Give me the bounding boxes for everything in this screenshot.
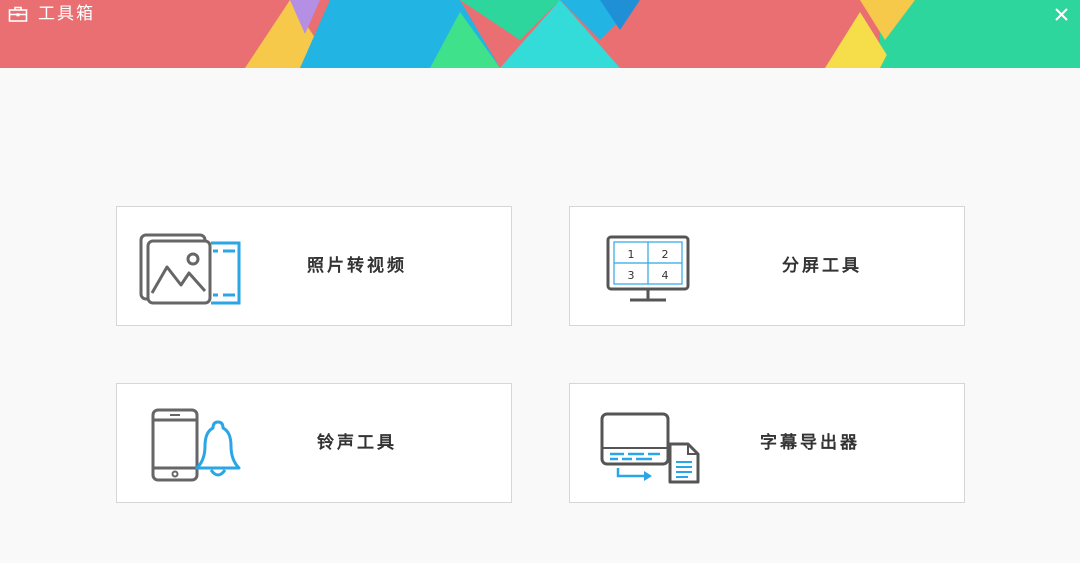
split-digit-3: 3 [628, 269, 635, 282]
split-screen-card[interactable]: 1 2 3 4 分屏工具 [569, 206, 965, 326]
split-digit-2: 2 [662, 248, 669, 261]
ringtone-label: 铃声工具 [317, 433, 397, 453]
subtitle-export-label: 字幕导出器 [760, 433, 860, 453]
window-title: 工具箱 [38, 4, 95, 24]
photo-to-video-icon [139, 233, 241, 305]
close-icon[interactable] [1050, 2, 1074, 26]
ringtone-card[interactable]: 铃声工具 [116, 383, 512, 503]
toolbox-window: 工具箱 照片转视频 1 2 3 4 分屏工具 铃声工具 字幕导出器 [0, 0, 1080, 563]
split-digit-4: 4 [662, 269, 669, 282]
subtitle-export-icon [600, 412, 700, 484]
photo-to-video-card[interactable]: 照片转视频 [116, 206, 512, 326]
split-digit-1: 1 [628, 248, 635, 261]
split-screen-label: 分屏工具 [782, 256, 862, 276]
banner-background [0, 0, 1080, 68]
photo-to-video-label: 照片转视频 [307, 256, 407, 276]
toolbox-icon [8, 6, 28, 22]
subtitle-export-card[interactable]: 字幕导出器 [569, 383, 965, 503]
ringtone-icon [151, 408, 241, 482]
split-screen-icon: 1 2 3 4 [606, 235, 690, 302]
title-bar: 工具箱 [0, 0, 1080, 68]
